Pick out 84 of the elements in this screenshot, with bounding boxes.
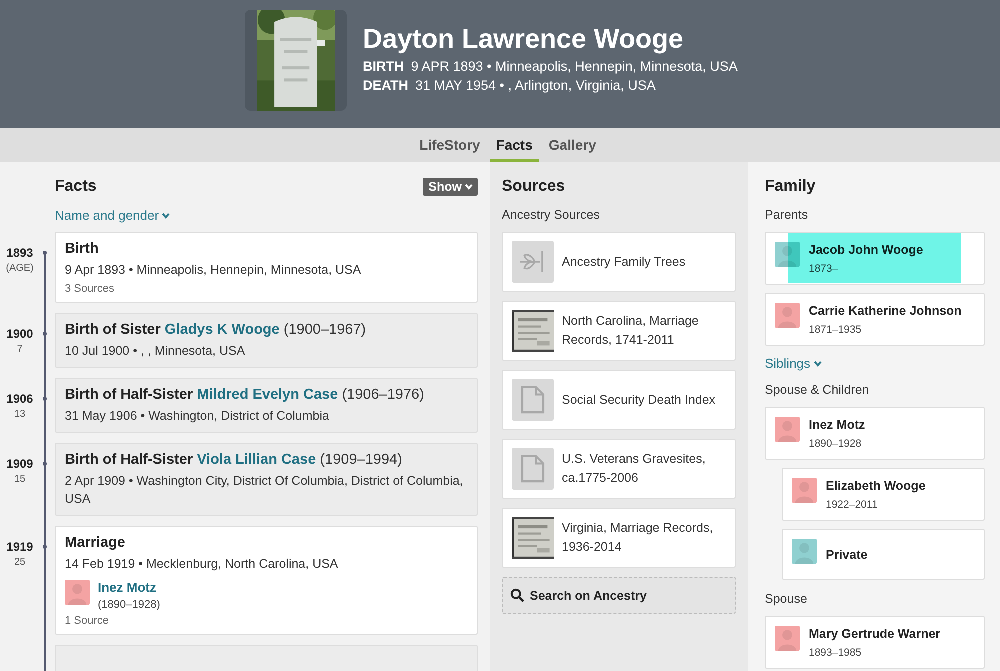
source-card[interactable]: Virginia, Marriage Records, 1936-2014: [502, 508, 736, 568]
person-link[interactable]: Viola Lillian Case: [197, 452, 316, 468]
person-card[interactable]: Carrie Katherine Johnson 1871–1935: [765, 293, 985, 346]
chevron-icon: [161, 210, 172, 220]
family-subheading: Spouse: [765, 592, 808, 606]
source-title: Virginia, Marriage Records, 1936-2014: [562, 520, 714, 556]
person-link[interactable]: Gladys K Wooge: [164, 322, 280, 338]
document-icon: [512, 448, 554, 490]
person-dates: 1871–1935: [809, 324, 863, 336]
siblings-link[interactable]: Siblings: [765, 356, 823, 371]
source-title: North Carolina, Marriage Records, 1741-2011: [562, 313, 700, 349]
birth-label: BIRTH: [363, 59, 404, 74]
person-dates: 1873–: [809, 263, 840, 275]
fact-details: 14 Feb 1919 • Mecklenburg, North Carolina, USA: [65, 556, 340, 573]
source-count: 1 Source: [65, 615, 110, 627]
event-year: 1906: [6, 392, 34, 406]
fact-details: 9 Apr 1893 • Minneapolis, Hennepin, Minnesota, USA: [65, 262, 362, 279]
death-label: DEATH: [363, 78, 408, 93]
person-card[interactable]: Private: [782, 529, 985, 580]
source-count: 3 Sources: [65, 283, 116, 295]
fact-title: Birth of Sister Gladys K Wooge (1900–1967): [65, 322, 368, 338]
event-age: 13: [14, 409, 26, 420]
source-card[interactable]: U.S. Veterans Gravesites, ca.1775-2006: [502, 439, 736, 499]
person-card[interactable]: Mary Gertrude Warner 1893–1985: [765, 616, 985, 669]
birth-details: 9 APR 1893 • Minneapolis, Hennepin, Minnesota, USA: [411, 59, 738, 74]
tab[interactable]: LifeStory: [414, 128, 486, 162]
source-card[interactable]: North Carolina, Marriage Records, 1741-2011: [502, 301, 736, 361]
fact-title: Birth: [65, 241, 100, 257]
family-subheading: Spouse & Children: [765, 383, 870, 397]
source-title: Social Security Death Index: [562, 392, 716, 409]
search-icon: [510, 588, 525, 603]
person-card[interactable]: Inez Motz 1890–1928: [765, 407, 985, 460]
death-details: 31 MAY 1954 • , Arlington, Virginia, USA: [416, 78, 656, 93]
search-on-ancestry-button[interactable]: Search on Ancestry: [502, 577, 736, 614]
person-name: Jacob John Wooge: [809, 243, 924, 257]
fact-card[interactable]: Birth of Sister Gladys K Wooge (1900–1967) 10 Jul 1900 • , , Minnesota, USA: [55, 313, 478, 368]
person-dates: 1890–1928: [809, 438, 863, 450]
event-year: 1909: [6, 457, 34, 471]
fact-card[interactable]: Birth of Half-Sister Viola Lillian Case (1909–1994) 2 Apr 1909 • Washington City, District Of Columbia, District of Columbia, USA: [55, 443, 478, 516]
source-card[interactable]: Ancestry Family Trees: [502, 232, 736, 292]
facts-heading: Facts: [55, 178, 97, 196]
person-link[interactable]: Inez Motz: [98, 580, 160, 595]
sources-heading: Sources: [502, 178, 566, 196]
fact-card[interactable]: Birth 9 Apr 1893 • Minneapolis, Hennepin, Minnesota, USA 3 Sources: [55, 232, 478, 303]
person-name: Inez Motz: [809, 418, 866, 432]
fact-details: 2 Apr 1909 • Washington City, District Of Columbia, District of Columbia, USA: [65, 473, 464, 508]
person-name: Mary Gertrude Warner: [809, 627, 941, 641]
person-dates: 1922–2011: [826, 499, 879, 511]
event-age: 25: [14, 557, 26, 568]
source-title: Ancestry Family Trees: [562, 254, 686, 271]
fact-details: 10 Jul 1900 • , , Minnesota, USA: [65, 343, 246, 360]
person-name: Private: [826, 548, 868, 562]
show-button[interactable]: Show: [422, 178, 478, 196]
chevron-icon: [464, 182, 474, 192]
person-card[interactable]: Elizabeth Wooge 1922–2011: [782, 468, 985, 521]
event-year: 1900: [6, 327, 34, 341]
fact-title: Birth of Half-Sister Mildred Evelyn Case (1906–1976): [65, 387, 426, 403]
person-dates: 1893–1985: [809, 647, 863, 659]
event-age: 7: [17, 344, 23, 355]
chevron-icon: [812, 358, 823, 368]
fact-card[interactable]: Marriage 14 Feb 1919 • Mecklenburg, North Carolina, USA Inez Motz (1890–1928) 1 Source: [55, 526, 478, 635]
person-name: Elizabeth Wooge: [826, 479, 926, 493]
fact-title: Marriage: [65, 535, 126, 551]
leaf-icon: [512, 241, 554, 283]
family-heading: Family: [765, 178, 817, 196]
person-link[interactable]: Mildred Evelyn Case: [197, 387, 338, 403]
event-age: (AGE): [6, 263, 34, 274]
sources-subheading: Ancestry Sources: [502, 208, 601, 222]
fact-title: Birth of Half-Sister Viola Lillian Case (1909–1994): [65, 452, 404, 468]
event-year: 1919: [6, 540, 34, 554]
person-name: Dayton Lawrence Wooge: [363, 24, 685, 55]
fact-details: 31 May 1906 • Washington, District of Columbia: [65, 408, 330, 425]
event-age: 15: [14, 474, 26, 485]
document-icon: [512, 379, 554, 421]
tab[interactable]: Gallery: [542, 128, 602, 162]
family-subheading: Parents: [765, 208, 810, 222]
source-title: U.S. Veterans Gravesites, ca.1775-2006: [562, 451, 707, 487]
source-card[interactable]: Social Security Death Index: [502, 370, 736, 430]
person-card[interactable]: Jacob John Wooge 1873–: [765, 232, 985, 285]
name-and-gender-link[interactable]: Name and gender: [55, 208, 172, 223]
person-dates: (1890–1928): [98, 599, 160, 611]
person-name: Carrie Katherine Johnson: [809, 304, 962, 318]
event-year: 1893: [6, 246, 34, 260]
fact-card[interactable]: Birth of Half-Sister Mildred Evelyn Case (1906–1976) 31 May 1906 • Washington, District of Columbia: [55, 378, 478, 433]
